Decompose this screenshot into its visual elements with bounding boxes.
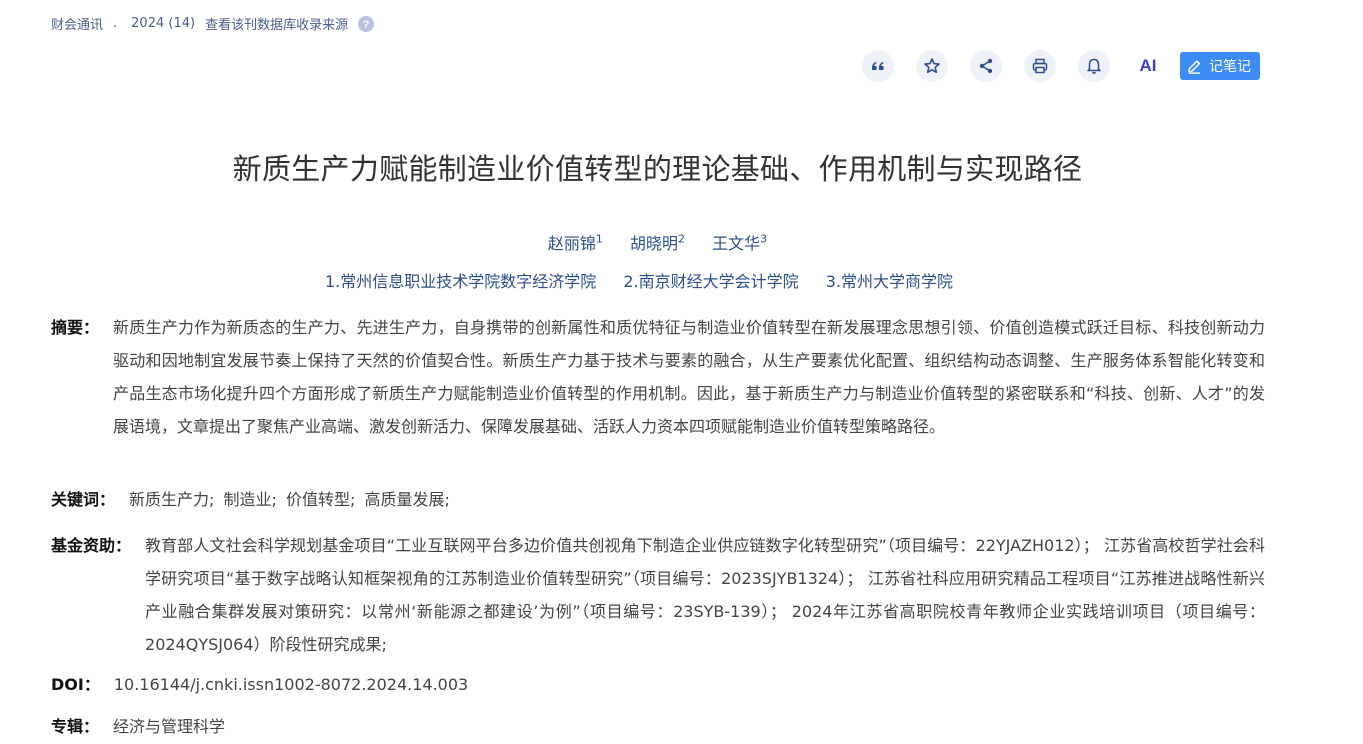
help-icon[interactable]: ?	[358, 15, 375, 32]
author-link[interactable]: 胡晓明2	[630, 233, 685, 253]
affiliations-list: 1.常州信息职业技术学院数字经济学院 2.南京财经大学会计学院 3.常州大学商学…	[0, 268, 1278, 292]
star-icon	[924, 58, 940, 74]
take-note-button[interactable]: 记笔记	[1180, 52, 1260, 80]
authors-list: 赵丽锦1 胡晓明2 王文华3	[0, 230, 1315, 254]
funds-text[interactable]: 教育部人文社会科学规划基金项目“工业互联网平台多边价值共创视角下制造企业供应链数…	[145, 529, 1265, 661]
take-note-label: 记笔记	[1209, 59, 1251, 75]
album-label: 专辑：	[51, 717, 100, 736]
album-value: 经济与管理科学	[113, 717, 226, 736]
abstract-label: 摘要：	[51, 318, 100, 337]
print-icon	[1032, 58, 1048, 74]
affiliation-link[interactable]: 2.南京财经大学会计学院	[623, 272, 798, 291]
svg-text:?: ?	[363, 19, 370, 31]
favorite-button[interactable]	[916, 50, 948, 82]
alert-button[interactable]	[1078, 50, 1110, 82]
doi-section: DOI： 10.16144/j.cnki.issn1002-8072.2024.…	[51, 668, 1265, 701]
ai-button[interactable]: AI	[1132, 50, 1164, 82]
share-button[interactable]	[970, 50, 1002, 82]
source-dot: .	[113, 16, 118, 31]
author-link[interactable]: 赵丽锦1	[548, 233, 603, 253]
print-button[interactable]	[1024, 50, 1056, 82]
article-page: 财会通讯 . 2024 (14) 查看该刊数据库收录来源 ? AI 记笔记 新质…	[0, 0, 1363, 744]
keywords-list: 新质生产力; 制造业; 价值转型; 高质量发展;	[129, 483, 1265, 516]
keyword-link[interactable]: 高质量发展;	[365, 490, 450, 509]
issue-link[interactable]: 2024 (14)	[131, 16, 195, 31]
keyword-link[interactable]: 制造业;	[224, 490, 277, 509]
affiliation-link[interactable]: 3.常州大学商学院	[826, 272, 953, 291]
pen-icon	[1188, 59, 1201, 74]
keyword-link[interactable]: 新质生产力;	[129, 490, 214, 509]
database-source-link[interactable]: 查看该刊数据库收录来源	[205, 14, 348, 33]
share-icon	[979, 58, 993, 74]
doi-label: DOI：	[51, 675, 100, 694]
article-title: 新质生产力赋能制造业价值转型的理论基础、作用机制与实现路径	[232, 152, 1083, 186]
bell-icon	[1087, 58, 1101, 74]
cite-button[interactable]	[862, 50, 894, 82]
album-section: 专辑： 经济与管理科学	[51, 710, 1265, 743]
keywords-label: 关键词：	[51, 490, 116, 509]
journal-link[interactable]: 财会通讯	[51, 14, 103, 33]
article-toolbar: AI 记笔记	[862, 50, 1260, 82]
funds-label: 基金资助：	[51, 536, 132, 555]
funds-section: 基金资助： 教育部人文社会科学规划基金项目“工业互联网平台多边价值共创视角下制造…	[51, 529, 1265, 661]
source-bar: 财会通讯 . 2024 (14) 查看该刊数据库收录来源 ?	[51, 14, 375, 33]
author-link[interactable]: 王文华3	[712, 233, 767, 253]
abstract-section: 摘要： 新质生产力作为新质态的生产力、先进生产力，自身携带的创新属性和质优特征与…	[51, 311, 1265, 443]
keyword-link[interactable]: 价值转型;	[286, 490, 355, 509]
doi-value: 10.16144/j.cnki.issn1002-8072.2024.14.00…	[113, 675, 469, 694]
affiliation-link[interactable]: 1.常州信息职业技术学院数字经济学院	[325, 272, 596, 291]
quote-icon	[872, 62, 884, 70]
keywords-section: 关键词： 新质生产力; 制造业; 价值转型; 高质量发展;	[51, 483, 1265, 516]
abstract-text: 新质生产力作为新质态的生产力、先进生产力，自身携带的创新属性和质优特征与制造业价…	[113, 318, 1265, 436]
